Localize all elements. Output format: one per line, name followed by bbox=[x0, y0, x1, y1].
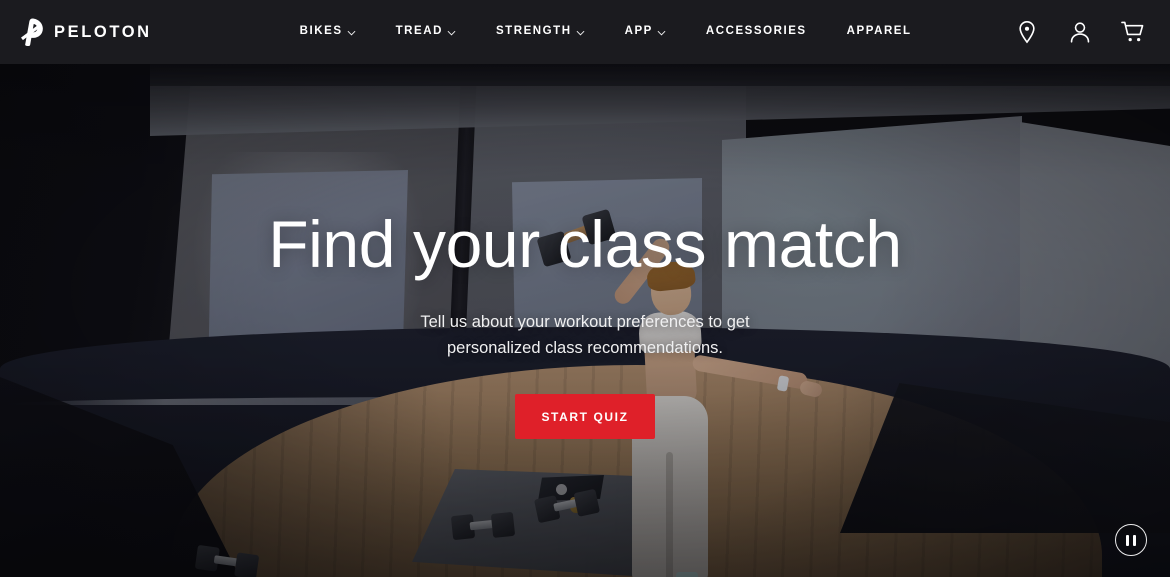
primary-navigation: BIKES TREAD STRENGTH APP ACCESSORIES APP… bbox=[280, 0, 932, 64]
chevron-down-icon bbox=[447, 29, 456, 36]
hero-headline: Find your class match bbox=[268, 207, 902, 281]
pause-icon[interactable] bbox=[1115, 524, 1147, 556]
nav-item-label: APPAREL bbox=[846, 25, 912, 38]
nav-item-accessories[interactable]: ACCESSORIES bbox=[686, 0, 827, 64]
chevron-down-icon bbox=[657, 29, 666, 36]
pause-bar-left bbox=[1126, 534, 1129, 546]
brand-name: PELOTON bbox=[54, 22, 152, 41]
peloton-p-logo-icon bbox=[19, 18, 45, 46]
nav-item-label: ACCESSORIES bbox=[705, 25, 807, 38]
brand-logo-link[interactable]: PELOTON bbox=[19, 0, 152, 64]
pause-bar-right bbox=[1133, 534, 1136, 546]
hero-section: Find your class match Tell us about your… bbox=[0, 64, 1170, 577]
location-pin-icon[interactable] bbox=[1014, 19, 1040, 45]
nav-item-apparel[interactable]: APPAREL bbox=[827, 0, 932, 64]
nav-item-label: TREAD bbox=[395, 25, 443, 38]
chevron-down-icon bbox=[576, 29, 585, 36]
nav-item-tread[interactable]: TREAD bbox=[376, 0, 476, 64]
chevron-down-icon bbox=[347, 29, 356, 36]
nav-item-label: APP bbox=[624, 25, 653, 38]
account-person-icon[interactable] bbox=[1067, 19, 1093, 45]
nav-item-bikes[interactable]: BIKES bbox=[280, 0, 376, 64]
header-utility-icons bbox=[1014, 0, 1146, 64]
start-quiz-button[interactable]: START QUIZ bbox=[515, 394, 655, 440]
peloton-landing-page: PELOTON BIKES TREAD STRENGTH APP ACCESSO… bbox=[0, 0, 1170, 577]
nav-item-strength[interactable]: STRENGTH bbox=[476, 0, 605, 64]
hero-subheadline: Tell us about your workout preferences t… bbox=[420, 312, 750, 358]
nav-item-app[interactable]: APP bbox=[605, 0, 686, 64]
nav-item-label: BIKES bbox=[299, 25, 343, 38]
site-header: PELOTON BIKES TREAD STRENGTH APP ACCESSO… bbox=[0, 0, 1170, 64]
nav-item-label: STRENGTH bbox=[495, 25, 572, 38]
hero-content: Find your class match Tell us about your… bbox=[0, 64, 1170, 577]
shopping-cart-icon[interactable] bbox=[1120, 19, 1146, 45]
